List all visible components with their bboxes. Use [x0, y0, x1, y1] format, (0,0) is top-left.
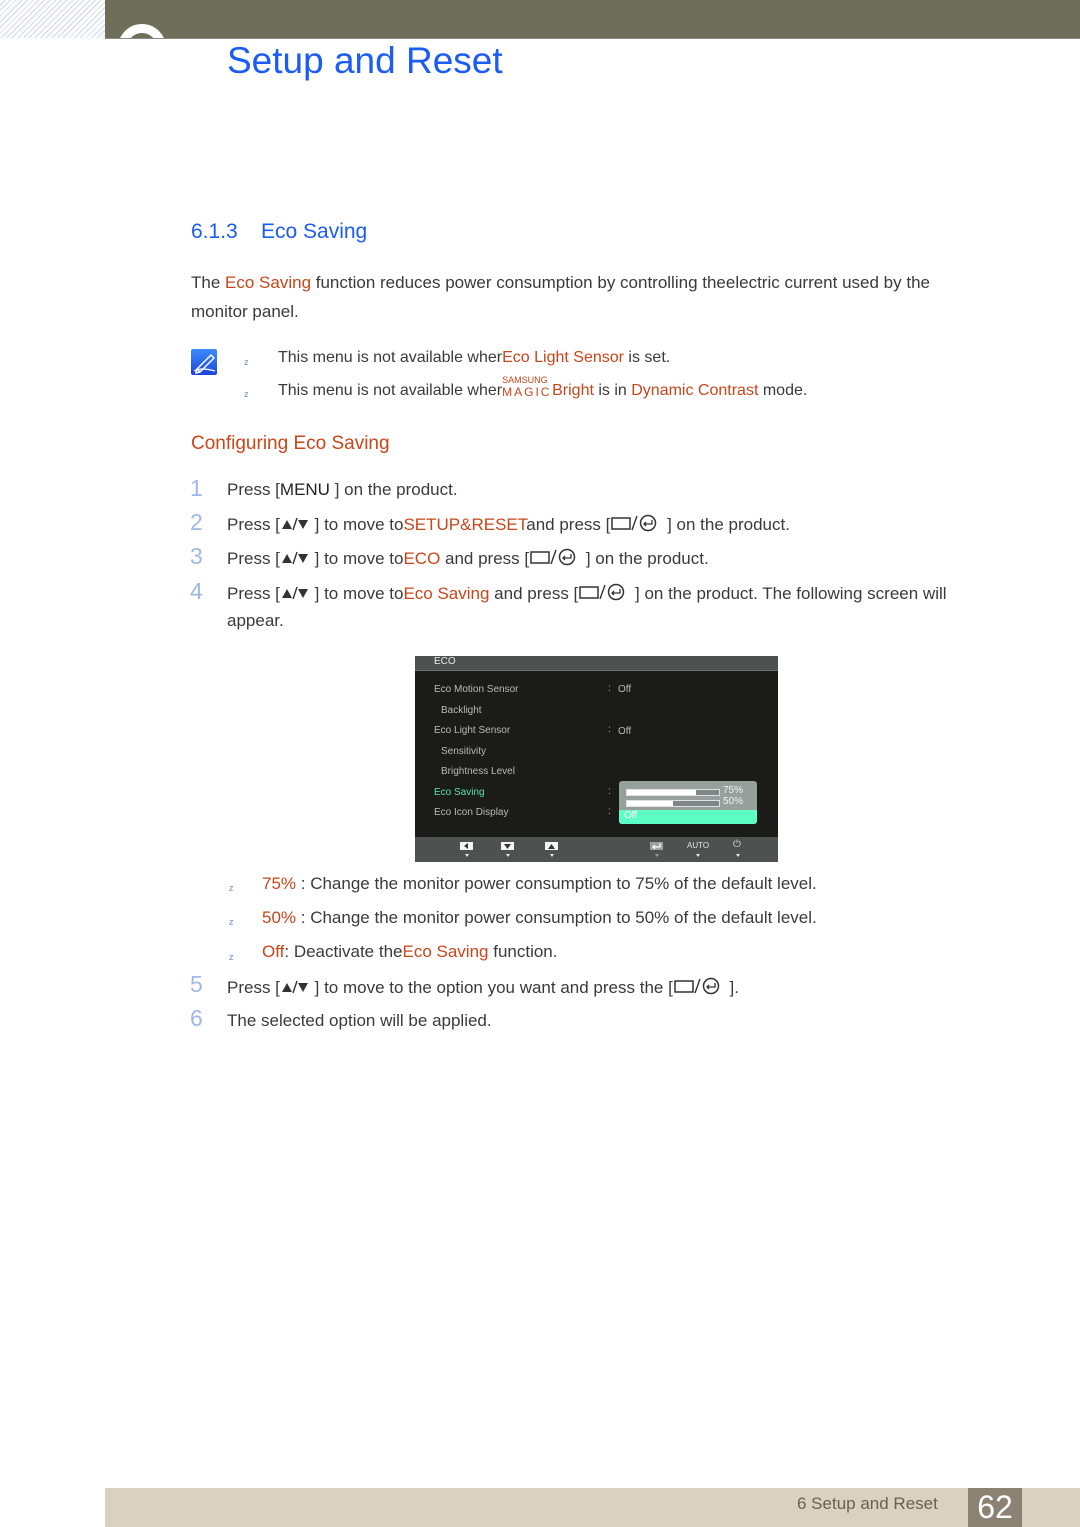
header-stripes	[0, 0, 105, 38]
option-off-desc: Off: Deactivate theEco Saving function.	[262, 942, 558, 961]
step-2: Press [ ] to move toSETUP&RESETand press…	[227, 514, 790, 537]
note-item: This menu is not available wherEco Light…	[278, 349, 671, 366]
source-enter-key-icon	[673, 977, 725, 1000]
section-title: Eco Saving	[261, 220, 368, 243]
up-down-key-icon	[280, 585, 310, 605]
osd-value: Off	[618, 684, 632, 695]
configuring-heading: Configuring Eco Saving	[191, 433, 390, 454]
step-number: 1	[190, 475, 203, 501]
intro-highlight: Eco Saving	[225, 273, 312, 292]
source-enter-key-icon	[529, 548, 581, 571]
step-number: 3	[190, 543, 203, 569]
note-pencil-icon	[191, 349, 217, 375]
osd-item-sensitivity[interactable]: Sensitivity	[441, 746, 486, 757]
up-arrow-button-icon[interactable]	[545, 842, 558, 850]
step-5: Press [ ] to move to the option you want…	[227, 977, 739, 1000]
option-50-desc: 50% : Change the monitor power consumpti…	[262, 908, 817, 927]
footer-chapter-label: 6 Setup and Reset	[797, 1494, 938, 1513]
auto-button[interactable]: AUTO	[687, 841, 709, 850]
level-fill	[627, 801, 673, 806]
page-number: 62	[968, 1488, 1022, 1527]
bullet-icon: z	[244, 389, 249, 399]
osd-button-bar: AUTO ⏻	[415, 837, 778, 862]
option-75-label: 75%	[723, 785, 744, 796]
step-1: Press [MENU ] on the product.	[227, 480, 458, 499]
bullet-icon: z	[229, 917, 234, 927]
up-down-key-icon	[280, 550, 310, 570]
option-off[interactable]: Off	[619, 810, 757, 824]
samsung-magic-logo: SAMSUNG MAGIC	[502, 375, 552, 399]
bullet-icon: z	[244, 357, 249, 367]
chapter-circle-icon	[118, 24, 166, 72]
osd-header: ECO	[415, 656, 778, 671]
osd-eco-menu: ECO Eco Motion Sensor : Off Backlight Ec…	[415, 656, 778, 862]
step-number: 4	[190, 578, 203, 604]
step-4: Press [ ] to move toEco Saving and press…	[227, 583, 947, 606]
osd-item-eco-light-sensor[interactable]: Eco Light Sensor	[434, 725, 510, 736]
osd-value: Off	[618, 726, 632, 737]
up-down-key-icon	[280, 979, 310, 999]
source-enter-key-icon	[610, 514, 662, 537]
chapter-header-bar	[105, 0, 1080, 39]
level-fill	[627, 790, 696, 795]
step-number: 5	[190, 971, 203, 997]
page-title: Setup and Reset	[227, 40, 503, 81]
osd-item-eco-icon-display[interactable]: Eco Icon Display	[434, 807, 508, 818]
section-heading: 6.1.3 Eco Saving	[191, 220, 367, 244]
option-75-desc: 75% : Change the monitor power consumpti…	[262, 874, 817, 893]
up-down-key-icon	[280, 516, 310, 536]
left-arrow-button-icon[interactable]	[460, 842, 473, 850]
step-number: 6	[190, 1005, 203, 1031]
step-3: Press [ ] to move toECO and press [ ] on…	[227, 548, 709, 571]
step-number: 2	[190, 509, 203, 535]
bullet-icon: z	[229, 952, 234, 962]
down-arrow-button-icon[interactable]	[501, 842, 514, 850]
eco-saving-dropdown[interactable]: 75% 50% Off	[619, 781, 757, 824]
osd-item-brightness-level[interactable]: Brightness Level	[441, 766, 515, 777]
power-button-icon[interactable]: ⏻	[733, 839, 741, 850]
option-75-bar[interactable]	[626, 789, 720, 796]
menu-key: MENU	[279, 480, 330, 499]
source-enter-key-icon	[578, 583, 630, 606]
note-item: This menu is not available wher SAMSUNG MA…	[278, 375, 808, 399]
osd-item-backlight[interactable]: Backlight	[441, 705, 482, 716]
option-50-label: 50%	[723, 796, 744, 807]
step-4-continued: appear.	[227, 611, 284, 630]
osd-item-eco-saving[interactable]: Eco Saving	[434, 787, 485, 798]
osd-item-eco-motion-sensor[interactable]: Eco Motion Sensor	[434, 684, 519, 695]
section-number: 6.1.3	[191, 220, 238, 243]
step-6: The selected option will be applied.	[227, 1011, 492, 1030]
enter-button-icon[interactable]	[650, 842, 663, 850]
bullet-icon: z	[229, 883, 234, 893]
intro-paragraph: The Eco Saving function reduces power co…	[191, 273, 930, 321]
option-50-bar[interactable]	[626, 800, 720, 807]
